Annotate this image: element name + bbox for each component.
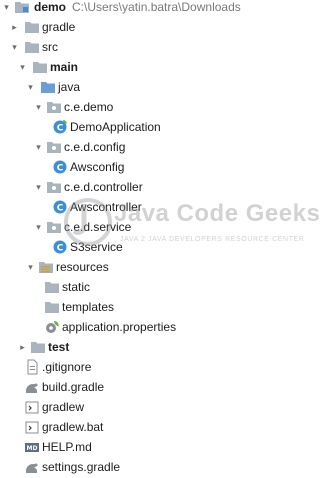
chevron-right-icon[interactable]: ▸ [10, 22, 19, 32]
tree-label-gradle: gradle [42, 20, 76, 34]
tree-label-awsconfig: Awsconfig [70, 160, 125, 174]
tree-row-package-config[interactable]: ▾ c.e.d.config [0, 137, 260, 157]
chevron-down-icon[interactable]: ▾ [10, 42, 19, 52]
svg-text:C: C [57, 244, 64, 254]
svg-text:C: C [57, 164, 64, 174]
source-folder-icon [41, 82, 55, 93]
package-icon [47, 142, 61, 153]
chevron-down-icon[interactable]: ▾ [2, 2, 11, 12]
tree-label-main: main [50, 60, 79, 74]
markdown-file-icon: MD [25, 443, 39, 452]
folder-icon [33, 62, 47, 73]
tree-row-awscontroller[interactable]: C Awscontroller [0, 197, 260, 217]
chevron-down-icon[interactable]: ▾ [34, 142, 43, 152]
spring-boot-class-icon: C [53, 120, 67, 134]
properties-file-icon [46, 321, 59, 333]
tree-label-package-service: c.e.d.service [64, 220, 132, 234]
resources-folder-icon [39, 262, 53, 273]
package-icon [47, 222, 61, 233]
file-icon [27, 359, 38, 375]
folder-icon [25, 22, 39, 33]
folder-icon [31, 342, 45, 353]
chevron-down-icon[interactable]: ▾ [26, 82, 35, 92]
class-icon: C [53, 240, 67, 254]
terminal-file-icon [25, 401, 39, 414]
tree-row-gradlew[interactable]: gradlew [0, 397, 260, 417]
tree-label-application-properties: application.properties [62, 320, 177, 334]
terminal-file-icon [25, 421, 39, 434]
tree-label-java: java [58, 80, 81, 94]
tree-label-src: src [42, 40, 58, 54]
folder-icon [45, 302, 59, 313]
tree-row-package-demo[interactable]: ▾ c.e.demo [0, 97, 260, 117]
tree-label-gradlew-bat: gradlew.bat [42, 420, 104, 434]
tree-label-templates: templates [62, 300, 115, 314]
tree-row-gitignore[interactable]: .gitignore [0, 357, 260, 377]
svg-text:C: C [57, 204, 64, 214]
class-icon: C [53, 200, 67, 214]
tree-label-settings-gradle: settings.gradle [42, 460, 121, 474]
gradle-icon [26, 463, 38, 473]
svg-text:C: C [57, 124, 64, 134]
tree-label-package-controller: c.e.d.controller [64, 180, 143, 194]
tree-label-package-demo: c.e.demo [64, 100, 114, 114]
project-tree: ▾ demo C:\Users\yatin.batra\Downloads ▸ g… [0, 0, 260, 478]
gradle-icon [26, 383, 38, 393]
package-icon [47, 102, 61, 113]
chevron-down-icon[interactable]: ▾ [34, 102, 43, 112]
chevron-down-icon[interactable]: ▾ [26, 262, 35, 272]
package-icon [47, 182, 61, 193]
chevron-down-icon[interactable]: ▾ [34, 182, 43, 192]
folder-icon [25, 42, 39, 53]
tree-row-demo-application[interactable]: C DemoApplication [0, 117, 260, 137]
tree-label-awscontroller: Awscontroller [70, 200, 142, 214]
tree-label-s3service: S3service [70, 240, 123, 254]
tree-label-gradlew: gradlew [42, 400, 85, 414]
tree-row-build-gradle[interactable]: build.gradle [0, 377, 260, 397]
tree-label-demo-application: DemoApplication [70, 120, 161, 134]
tree-row-package-service[interactable]: ▾ c.e.d.service [0, 217, 260, 237]
tree-row-help-md[interactable]: MD HELP.md [0, 437, 260, 457]
tree-row-demo[interactable]: ▾ demo C:\Users\yatin.batra\Downloads [0, 0, 260, 17]
project-path: C:\Users\yatin.batra\Downloads [72, 0, 241, 14]
tree-row-static[interactable]: static [0, 277, 260, 297]
tree-row-test[interactable]: ▸ test [0, 337, 260, 357]
tree-label-static: static [62, 280, 91, 294]
tree-row-s3service[interactable]: C S3service [0, 237, 260, 257]
tree-row-settings-gradle[interactable]: settings.gradle [0, 457, 260, 477]
tree-label-demo: demo C:\Users\yatin.batra\Downloads [34, 0, 241, 14]
tree-row-main[interactable]: ▾ main [0, 57, 260, 77]
tree-label-test: test [48, 340, 70, 354]
tree-row-application-properties[interactable]: application.properties [0, 317, 260, 337]
tree-row-package-controller[interactable]: ▾ c.e.d.controller [0, 177, 260, 197]
tree-row-src[interactable]: ▾ src [0, 37, 260, 57]
tree-row-java[interactable]: ▾ java [0, 77, 260, 97]
tree-label-resources: resources [56, 260, 109, 274]
svg-text:MD: MD [27, 445, 38, 452]
tree-row-gradlew-bat[interactable]: gradlew.bat [0, 417, 260, 437]
tree-label-build-gradle: build.gradle [42, 380, 105, 394]
folder-icon [45, 282, 59, 293]
tree-label-help-md: HELP.md [42, 440, 92, 454]
module-folder-icon [15, 2, 29, 13]
tree-row-templates[interactable]: templates [0, 297, 260, 317]
chevron-down-icon[interactable]: ▾ [18, 62, 27, 72]
tree-row-resources[interactable]: ▾ resources [0, 257, 260, 277]
class-icon: C [53, 160, 67, 174]
tree-label-package-config: c.e.d.config [64, 140, 126, 154]
tree-row-gradle[interactable]: ▸ gradle [0, 17, 260, 37]
chevron-right-icon[interactable]: ▸ [18, 342, 27, 352]
tree-label-gitignore: .gitignore [42, 360, 92, 374]
chevron-down-icon[interactable]: ▾ [34, 222, 43, 232]
tree-row-awsconfig[interactable]: C Awsconfig [0, 157, 260, 177]
